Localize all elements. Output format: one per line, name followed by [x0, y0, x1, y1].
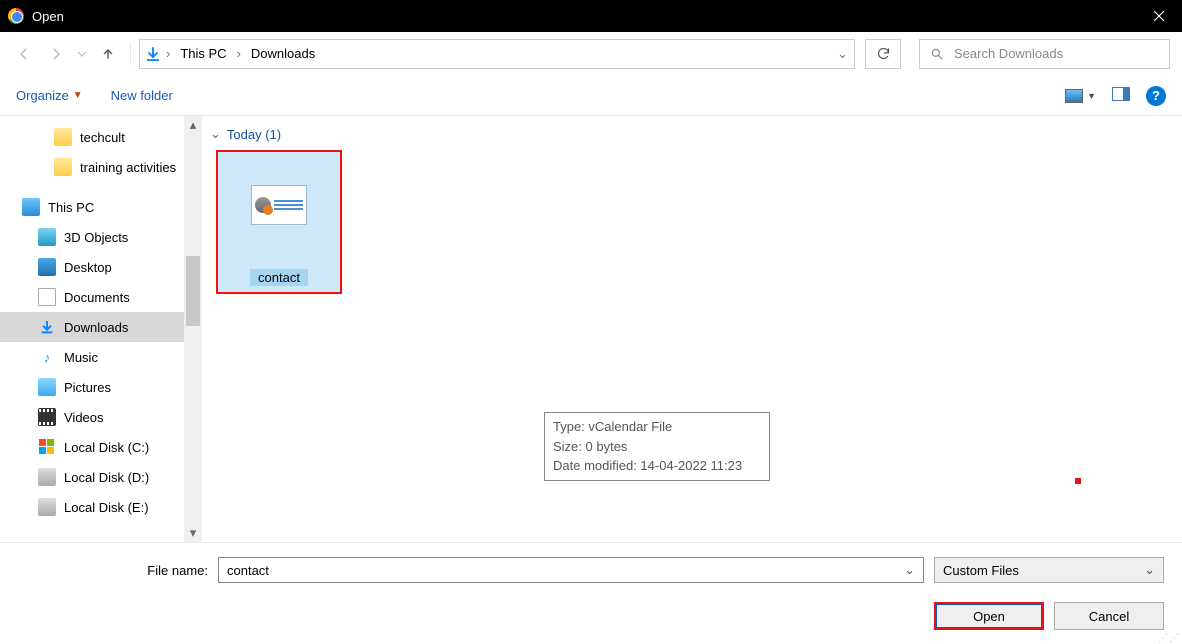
tree-item-desktop[interactable]: Desktop	[0, 252, 184, 282]
recent-dropdown[interactable]	[74, 40, 90, 68]
disk-icon	[38, 498, 56, 516]
tree-item-this-pc[interactable]: This PC	[0, 192, 184, 222]
folder-icon	[54, 128, 72, 146]
tree-item-training[interactable]: training activities	[0, 152, 184, 182]
chevron-down-icon: ▼	[1087, 91, 1096, 101]
picture-icon	[1065, 89, 1083, 103]
refresh-button[interactable]	[865, 39, 901, 69]
window-title: Open	[32, 9, 1136, 24]
scroll-up-icon[interactable]: ▴	[184, 116, 202, 134]
tree-item-music[interactable]: ♪ Music	[0, 342, 184, 372]
desktop-icon	[38, 258, 56, 276]
organize-button[interactable]: Organize ▼	[16, 88, 83, 103]
3d-objects-icon	[38, 228, 56, 246]
new-folder-button[interactable]: New folder	[111, 88, 173, 103]
back-button[interactable]	[10, 40, 38, 68]
chrome-icon	[8, 8, 24, 24]
tree-item-disk-d[interactable]: Local Disk (D:)	[0, 462, 184, 492]
open-button[interactable]: Open	[934, 602, 1044, 630]
breadcrumb-downloads[interactable]: Downloads	[245, 46, 321, 61]
address-bar[interactable]: › This PC › Downloads ⌄	[139, 39, 855, 69]
preview-pane-button[interactable]	[1112, 87, 1130, 104]
documents-icon	[38, 288, 56, 306]
separator	[130, 43, 131, 65]
tree-item-3d[interactable]: 3D Objects	[0, 222, 184, 252]
chevron-right-icon[interactable]: ›	[235, 46, 243, 61]
windows-disk-icon	[38, 438, 56, 456]
contact-file-icon	[251, 185, 307, 225]
chevron-down-icon[interactable]: ⌄	[835, 46, 850, 62]
scroll-thumb[interactable]	[186, 256, 200, 326]
pane-icon	[1112, 87, 1130, 101]
forward-button[interactable]	[42, 40, 70, 68]
folder-icon	[54, 158, 72, 176]
pictures-icon	[38, 378, 56, 396]
help-button[interactable]: ?	[1146, 86, 1166, 106]
red-marker	[1075, 478, 1081, 484]
chevron-down-icon[interactable]: ⌄	[904, 562, 915, 578]
chevron-right-icon[interactable]: ›	[164, 46, 172, 61]
tree-item-documents[interactable]: Documents	[0, 282, 184, 312]
tree-item-disk-e[interactable]: Local Disk (E:)	[0, 492, 184, 522]
view-mode-button[interactable]: ▼	[1065, 89, 1096, 103]
file-name-label: contact	[250, 269, 308, 286]
tree-item-disk-c[interactable]: Local Disk (C:)	[0, 432, 184, 462]
close-button[interactable]	[1136, 0, 1182, 32]
breadcrumb-this-pc[interactable]: This PC	[174, 46, 232, 61]
file-type-filter[interactable]: Custom Files ⌄	[934, 557, 1164, 583]
tree-item-techcult[interactable]: techcult	[0, 122, 184, 152]
file-item-contact[interactable]: contact	[216, 150, 342, 294]
search-box[interactable]: Search Downloads	[919, 39, 1170, 69]
tree-scrollbar[interactable]: ▴ ▾	[184, 116, 202, 542]
toolbar: Organize ▼ New folder ▼ ?	[0, 76, 1182, 116]
download-arrow-icon	[144, 45, 162, 63]
tree-item-downloads[interactable]: Downloads	[0, 312, 184, 342]
chevron-down-icon: ⌄	[210, 126, 221, 142]
resize-grip[interactable]: ⋰⋰	[1158, 636, 1180, 642]
nav-tree[interactable]: techcult training activities This PC 3D …	[0, 116, 184, 542]
search-icon	[930, 47, 944, 61]
scroll-down-icon[interactable]: ▾	[184, 524, 202, 542]
file-tooltip: Type: vCalendar File Size: 0 bytes Date …	[544, 412, 770, 481]
title-bar: Open	[0, 0, 1182, 32]
search-placeholder: Search Downloads	[954, 46, 1159, 61]
chevron-down-icon: ⌄	[1144, 562, 1155, 578]
filename-label: File name:	[18, 563, 208, 578]
videos-icon	[38, 408, 56, 426]
pc-icon	[22, 198, 40, 216]
disk-icon	[38, 468, 56, 486]
filename-input[interactable]: contact ⌄	[218, 557, 924, 583]
footer: File name: contact ⌄ Custom Files ⌄ Open…	[0, 542, 1182, 644]
chevron-down-icon: ▼	[73, 90, 83, 101]
body: techcult training activities This PC 3D …	[0, 116, 1182, 542]
tree-item-videos[interactable]: Videos	[0, 402, 184, 432]
cancel-button[interactable]: Cancel	[1054, 602, 1164, 630]
up-button[interactable]	[94, 40, 122, 68]
group-header-today[interactable]: ⌄ Today (1)	[210, 126, 1174, 142]
tree-item-pictures[interactable]: Pictures	[0, 372, 184, 402]
music-icon: ♪	[38, 348, 56, 366]
file-list[interactable]: ⌄ Today (1) contact Type: vCalendar File…	[202, 116, 1182, 542]
nav-row: › This PC › Downloads ⌄ Search Downloads	[0, 32, 1182, 76]
download-icon	[38, 318, 56, 336]
